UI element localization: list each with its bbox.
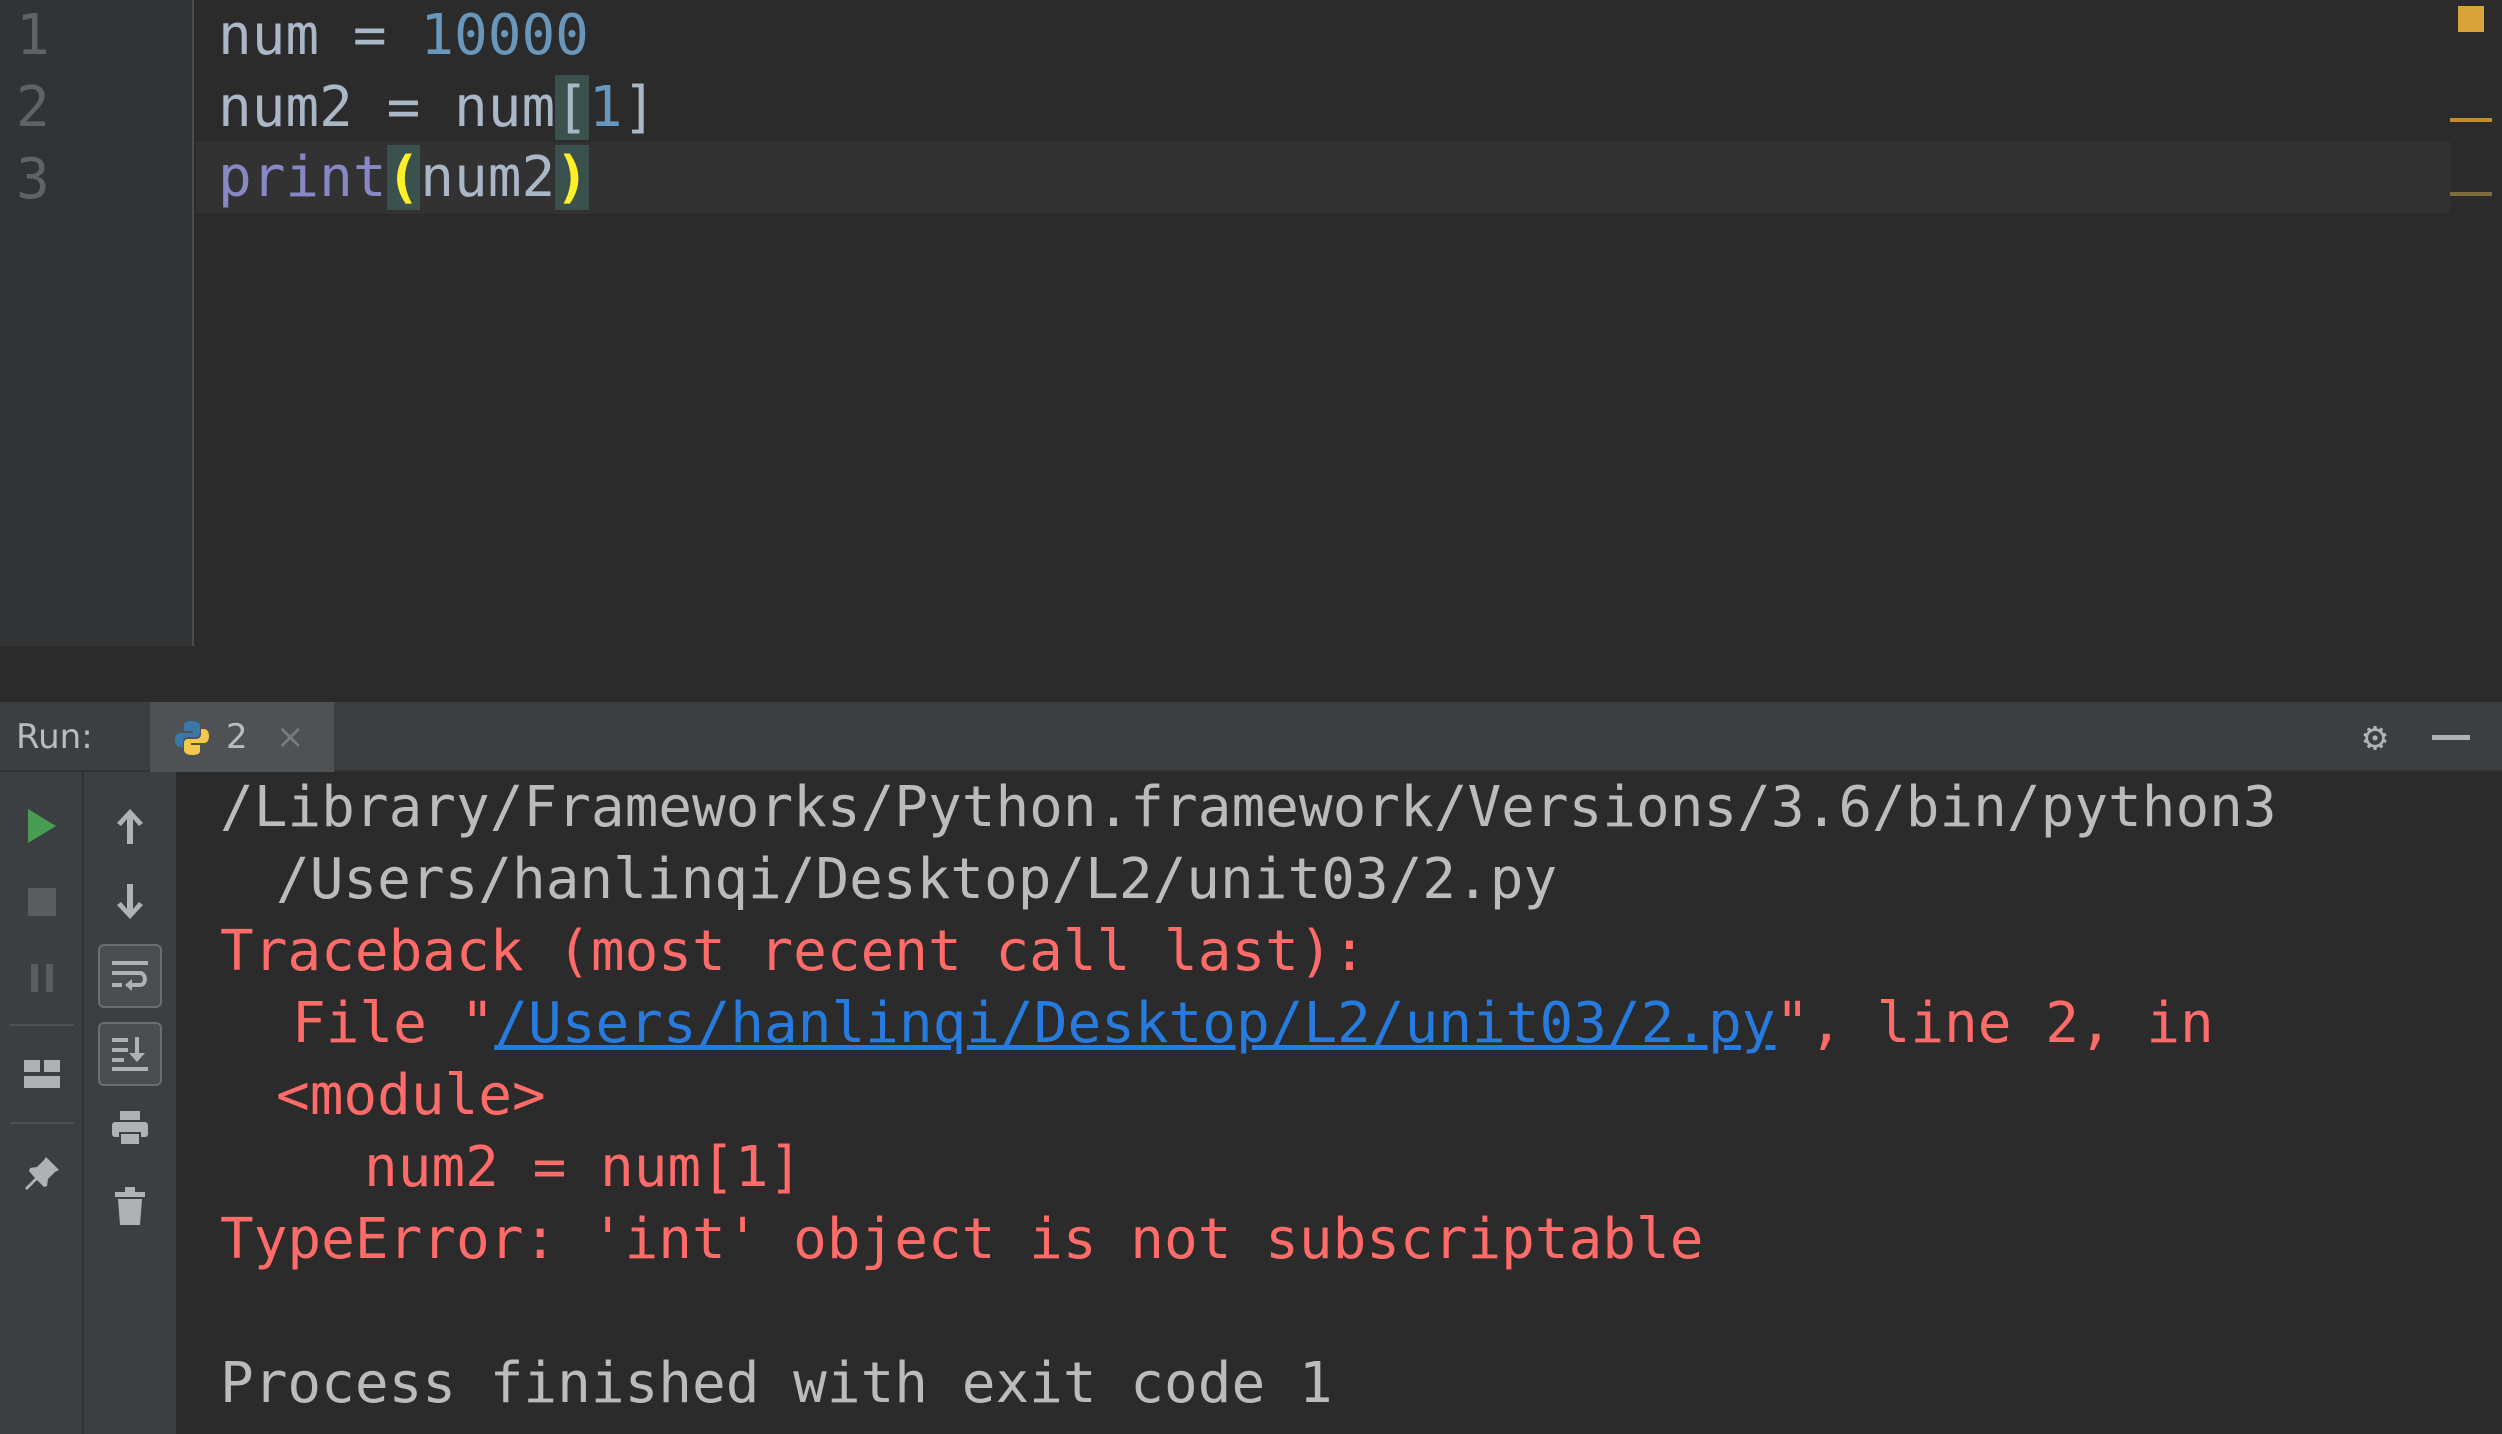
restore-layout-button[interactable] <box>12 1044 72 1104</box>
code-token: = <box>352 75 455 140</box>
run-toolbar-primary <box>0 772 84 1434</box>
run-toolbar-secondary <box>84 772 178 1434</box>
soft-wrap-icon <box>112 961 148 991</box>
console-output[interactable]: /Library/Frameworks/Python.framework/Ver… <box>178 772 2502 1434</box>
line-number: 1 <box>16 3 50 68</box>
exit-status: Process finished with exit code 1 <box>220 1351 1333 1416</box>
python-icon <box>175 721 209 755</box>
arrow-down-icon <box>117 884 143 919</box>
run-icon <box>28 809 56 843</box>
code-editor[interactable]: 1 2 3 num = 10000 num2 = num[1] print(nu… <box>0 0 2502 646</box>
line-number: 2 <box>16 75 50 140</box>
pause-icon <box>31 964 53 992</box>
gear-icon[interactable]: ⚙ <box>2354 716 2396 758</box>
rerun-button[interactable] <box>12 796 72 856</box>
console-command-line: /Library/Frameworks/Python.framework/Ver… <box>220 775 2277 840</box>
code-token: [ <box>555 75 589 140</box>
arrow-up-icon <box>117 809 143 844</box>
code-token: ] <box>622 75 657 140</box>
tab-label: 2 <box>226 717 248 757</box>
code-line-1[interactable]: num = 10000 <box>218 0 589 72</box>
code-token: print <box>218 145 387 210</box>
inspection-warning-icon[interactable] <box>2458 6 2484 32</box>
scroll-to-end-toggle[interactable] <box>98 1022 162 1086</box>
minimize-icon[interactable] <box>2432 735 2470 740</box>
toolbar-separator <box>10 1024 74 1026</box>
code-token: num2 <box>218 75 353 140</box>
toolbar-separator <box>10 1122 74 1124</box>
soft-wrap-toggle[interactable] <box>98 944 162 1008</box>
down-stack-trace-button[interactable] <box>100 872 160 932</box>
stop-icon <box>28 888 56 916</box>
tab-run-config[interactable]: 2 × <box>150 702 334 772</box>
layout-icon <box>24 1060 60 1088</box>
file-path-link[interactable]: /Users/hanlinqi/Desktop/L2/unit03/2.py <box>494 991 1775 1056</box>
error-stripe-marker[interactable] <box>2450 192 2492 196</box>
console-command-line: /Users/hanlinqi/Desktop/L2/unit03/2.py <box>276 847 1558 912</box>
code-token: = <box>319 3 421 68</box>
traceback-module: <module> <box>276 1063 546 1128</box>
close-icon[interactable]: × <box>276 702 305 772</box>
traceback-header: Traceback (most recent call last): <box>220 919 1367 984</box>
pause-button[interactable] <box>12 948 72 1008</box>
scroll-to-end-icon <box>112 1037 148 1071</box>
run-panel-header: Run: 2 × ⚙ <box>0 702 2502 772</box>
traceback-text: File " <box>292 991 495 1056</box>
print-icon <box>112 1111 148 1146</box>
stop-button[interactable] <box>12 872 72 932</box>
code-token: num <box>218 3 320 68</box>
pin-icon <box>25 1157 59 1190</box>
pin-tab-button[interactable] <box>12 1144 72 1204</box>
traceback-file-line: File "/Users/hanlinqi/Desktop/L2/unit03/… <box>292 988 2214 1060</box>
trash-icon <box>115 1187 145 1225</box>
code-line-2[interactable]: num2 = num[1] <box>218 72 656 144</box>
traceback-code: num2 = num[1] <box>364 1135 803 1200</box>
line-number-gutter: 1 2 3 <box>0 0 194 646</box>
up-stack-trace-button[interactable] <box>100 796 160 856</box>
print-button[interactable] <box>100 1098 160 1158</box>
code-token: 1 <box>588 75 623 140</box>
error-message: TypeError: 'int' object is not subscript… <box>220 1207 1704 1272</box>
traceback-text: ", line 2, in <box>1775 991 2214 1056</box>
code-line-3[interactable]: print(num2) <box>218 142 589 214</box>
code-token: num2 <box>420 145 556 210</box>
editor-bottom-area <box>0 646 2502 702</box>
code-token: num <box>454 75 556 140</box>
error-stripe-marker[interactable] <box>2450 118 2492 122</box>
line-number: 3 <box>16 147 50 212</box>
code-token: ( <box>386 145 421 210</box>
code-token: 10000 <box>420 3 589 68</box>
clear-all-button[interactable] <box>100 1176 160 1236</box>
run-label: Run: <box>16 717 93 757</box>
code-token: ) <box>555 145 589 210</box>
